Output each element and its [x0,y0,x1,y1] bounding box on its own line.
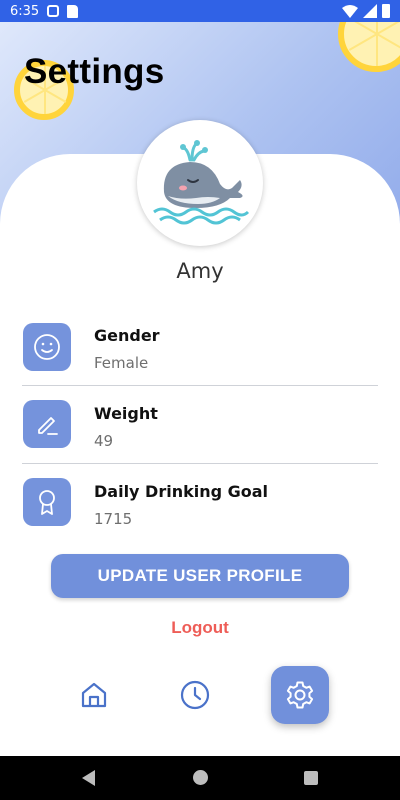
nav-settings[interactable] [271,666,329,724]
wifi-icon [342,4,358,18]
page-title: Settings [24,52,165,91]
award-ribbon-icon [39,490,55,515]
recents-square-icon[interactable] [304,771,318,785]
weight-row[interactable]: Weight 49 [22,386,378,464]
pencil-icon [38,417,58,435]
status-time: 6:35 [10,3,40,19]
nav-history[interactable] [166,666,224,724]
clock-icon [180,680,210,710]
field-value: 1715 [94,510,133,528]
logout-link[interactable]: Logout [0,618,400,638]
goal-icon-tile [23,478,71,526]
weight-icon-tile [23,400,71,448]
field-value: 49 [94,432,114,450]
avatar[interactable] [137,120,263,246]
notification-icon [47,5,60,17]
lemon-slice-decoration [338,22,400,72]
system-navigation-bar [0,756,400,800]
gender-row[interactable]: Gender Female [22,308,378,386]
home-circle-icon[interactable] [193,770,208,785]
daily-goal-row[interactable]: Daily Drinking Goal 1715 [22,464,378,542]
user-name: Amy [176,259,224,283]
field-label: Gender [94,326,160,345]
sd-card-icon [67,4,79,18]
back-triangle-icon[interactable] [82,770,95,786]
signal-icon [363,4,377,18]
field-value: Female [94,354,149,372]
whale-icon [153,140,250,225]
home-icon [81,682,107,708]
gender-icon-tile [23,323,71,371]
nav-home[interactable] [65,666,123,724]
battery-icon [382,4,390,18]
field-label: Daily Drinking Goal [94,482,269,501]
field-label: Weight [94,404,158,423]
status-bar: 6:35 [0,0,400,22]
gear-icon [286,681,314,709]
smile-icon [34,334,60,360]
update-profile-button[interactable]: UPDATE USER PROFILE [51,554,349,598]
